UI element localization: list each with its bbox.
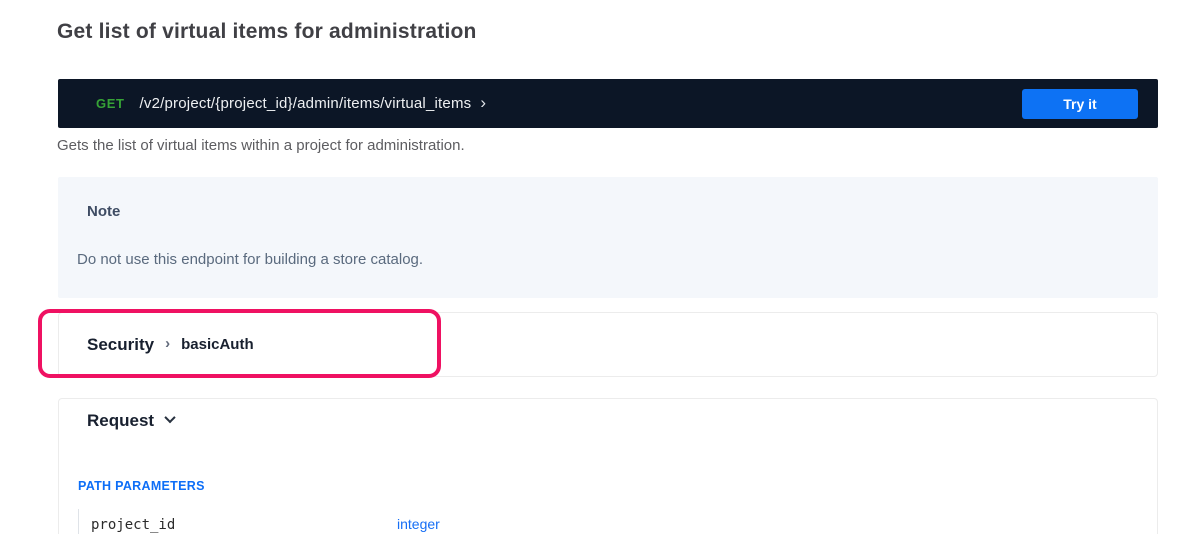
note-callout: Note Do not use this endpoint for buildi… — [58, 177, 1158, 298]
request-label: Request — [87, 411, 154, 431]
parameter-row: project_id integer — [78, 509, 1128, 534]
chevron-down-icon — [164, 412, 175, 423]
request-header[interactable]: Request — [87, 411, 174, 431]
http-method-badge: GET — [96, 96, 125, 111]
api-docs-page: Get list of virtual items for administra… — [0, 0, 1200, 534]
security-label: Security — [87, 335, 154, 355]
parameter-name: project_id — [91, 517, 175, 533]
security-scheme-link[interactable]: basicAuth — [181, 336, 254, 353]
path-parameters-label: PATH PARAMETERS — [78, 479, 205, 493]
page-title: Get list of virtual items for administra… — [57, 20, 477, 44]
try-it-button[interactable]: Try it — [1022, 89, 1138, 119]
endpoint-description: Gets the list of virtual items within a … — [57, 137, 465, 154]
chevron-right-icon: › — [165, 335, 170, 352]
note-heading: Note — [87, 203, 120, 220]
request-section: Request PATH PARAMETERS project_id integ… — [58, 398, 1158, 534]
endpoint-path: /v2/project/{project_id}/admin/items/vir… — [140, 95, 472, 112]
note-body: Do not use this endpoint for building a … — [77, 251, 423, 268]
security-section: Security › basicAuth — [58, 312, 1158, 377]
chevron-right-icon[interactable]: › — [480, 94, 486, 111]
parameter-type: integer — [397, 516, 440, 532]
endpoint-bar[interactable]: GET /v2/project/{project_id}/admin/items… — [58, 79, 1158, 128]
